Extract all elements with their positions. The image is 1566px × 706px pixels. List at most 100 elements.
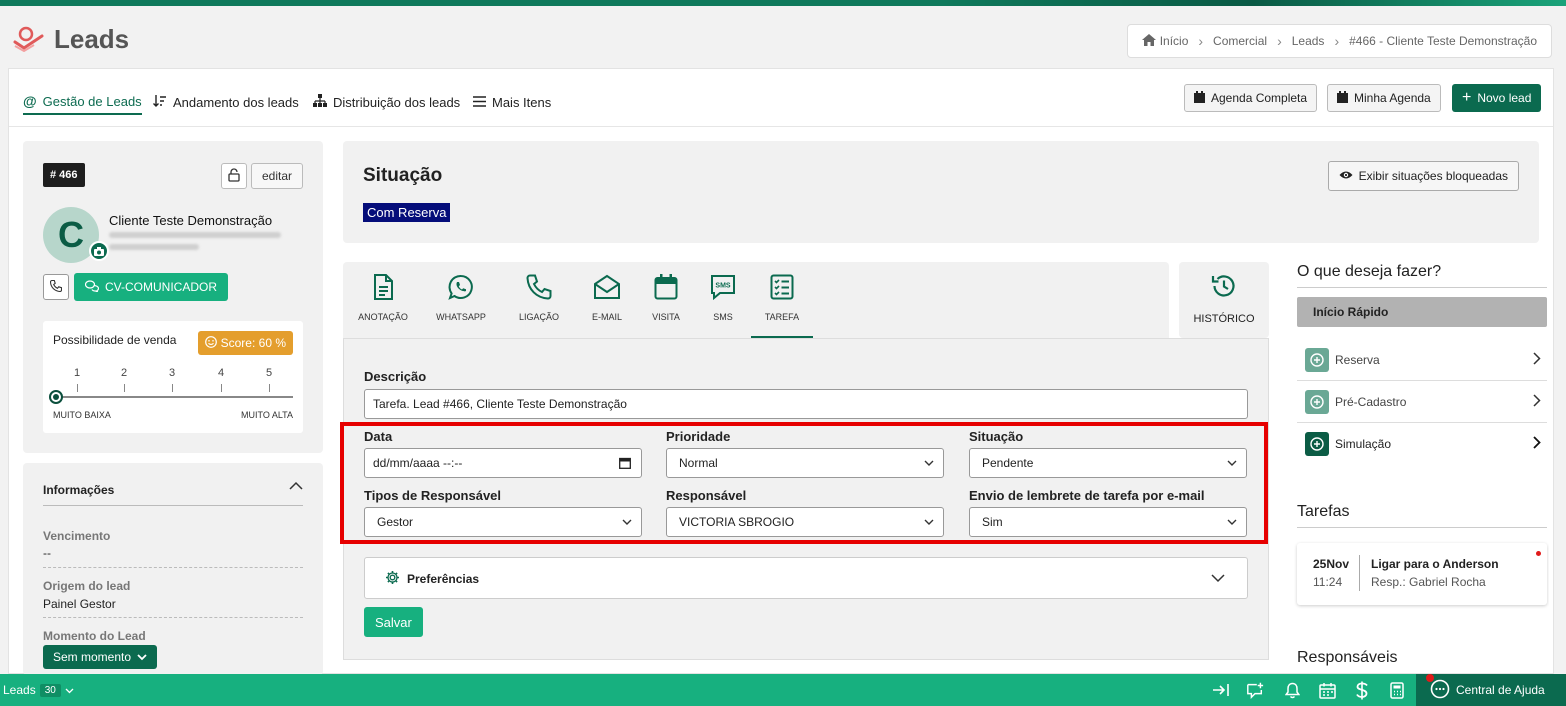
tab-label: TAREFA xyxy=(764,312,800,322)
unread-dot xyxy=(1536,551,1541,556)
tipos-responsavel-select[interactable]: Gestor xyxy=(364,507,642,537)
cv-comunicador-button[interactable]: CV-COMUNICADOR xyxy=(74,273,229,301)
task-card[interactable]: 25Nov 11:24 Ligar para o Anderson Resp.:… xyxy=(1297,543,1547,605)
leads-counter[interactable]: Leads 30 xyxy=(3,683,74,697)
breadcrumb-comercial[interactable]: Comercial xyxy=(1213,34,1267,48)
quick-item-simulacao[interactable]: Simulação xyxy=(1297,423,1547,465)
page-header: Leads Início › Comercial › Leads › #466 … xyxy=(0,6,1566,68)
task-responsavel: Resp.: Gabriel Rocha xyxy=(1371,575,1486,589)
novo-lead-button[interactable]: + Novo lead xyxy=(1452,84,1542,112)
descricao-label: Descrição xyxy=(364,369,427,384)
data-input[interactable]: dd/mm/aaaa --:-- xyxy=(364,448,642,478)
tab-label: Distribuição dos leads xyxy=(333,94,461,110)
edit-button[interactable]: editar xyxy=(251,163,303,189)
gear-icon xyxy=(385,570,400,588)
tab-label: ANOTAÇÃO xyxy=(358,312,408,322)
breadcrumb-inicio[interactable]: Início xyxy=(1160,34,1189,48)
chevron-down-icon xyxy=(65,683,74,697)
phone-button[interactable] xyxy=(43,274,69,300)
tab-tarefa[interactable]: TAREFA xyxy=(751,262,813,338)
tab-email[interactable]: E-MAIL xyxy=(577,262,637,338)
tasks-icon xyxy=(770,272,794,302)
tipos-value: Gestor xyxy=(377,515,414,529)
lock-button[interactable] xyxy=(221,163,247,189)
sort-down-icon xyxy=(153,94,167,111)
lead-id-badge: # 466 xyxy=(43,163,85,187)
chevron-down-icon xyxy=(923,516,935,531)
tab-label: Mais Itens xyxy=(492,94,552,110)
envio-lembrete-select[interactable]: Sim xyxy=(969,507,1247,537)
tick-label: 2 xyxy=(120,367,128,379)
tick-label: 5 xyxy=(265,367,273,379)
tab-label: Andamento dos leads xyxy=(173,94,299,110)
divider xyxy=(1297,287,1547,288)
lead-phone-redacted xyxy=(109,244,199,250)
blocked-button-label: Exibir situações bloqueadas xyxy=(1358,169,1508,183)
agenda-completa-button[interactable]: Agenda Completa xyxy=(1184,84,1318,112)
quick-item-label: Reserva xyxy=(1335,352,1380,367)
save-button[interactable]: Salvar xyxy=(364,607,423,637)
descricao-input[interactable]: Tarefa. Lead #466, Cliente Teste Demonst… xyxy=(364,389,1248,419)
calendar-icon[interactable] xyxy=(1318,681,1336,699)
chevron-down-icon xyxy=(1226,516,1238,531)
envio-value: Sim xyxy=(982,515,1003,529)
tick-mark xyxy=(221,384,222,392)
sms-icon: SMS xyxy=(710,272,736,302)
cv-comunicador-label: CV-COMUNICADOR xyxy=(105,280,218,294)
task-title: Ligar para o Anderson xyxy=(1371,557,1499,571)
smile-icon xyxy=(204,335,217,351)
situation-title: Situação xyxy=(363,165,443,186)
calendar-icon[interactable] xyxy=(619,457,631,472)
tab-sms[interactable]: SMS SMS xyxy=(693,262,753,338)
responsavel-select[interactable]: VICTORIA SBROGIO xyxy=(666,507,944,537)
momento-dropdown[interactable]: Sem momento xyxy=(43,645,158,669)
chevron-up-icon[interactable] xyxy=(289,479,303,493)
calculator-icon[interactable] xyxy=(1388,681,1406,699)
tab-whatsapp[interactable]: WHATSAPP xyxy=(431,262,491,338)
responsavel-value: VICTORIA SBROGIO xyxy=(679,515,795,529)
chevron-down-icon xyxy=(621,516,633,531)
situacao-label: Situação xyxy=(969,429,1024,444)
situacao-select[interactable]: Pendente xyxy=(969,448,1247,478)
historico-button[interactable]: HISTÓRICO xyxy=(1179,262,1269,338)
quick-item-pre-cadastro[interactable]: Pré-Cadastro xyxy=(1297,381,1547,423)
task-time: 11:24 xyxy=(1313,575,1343,589)
tab-ligacao[interactable]: LIGAÇÃO xyxy=(509,262,569,338)
notification-dot xyxy=(1426,673,1434,682)
chevron-right-icon xyxy=(1533,352,1541,368)
camera-icon[interactable] xyxy=(89,241,109,261)
eye-icon xyxy=(1339,169,1353,183)
help-chat-icon xyxy=(1426,673,1450,702)
tab-visita[interactable]: VISITA xyxy=(636,262,696,338)
probability-slider-handle[interactable] xyxy=(49,390,63,404)
prioridade-select[interactable]: Normal xyxy=(666,448,944,478)
minha-agenda-button[interactable]: Minha Agenda xyxy=(1327,84,1441,112)
quick-item-reserva[interactable]: Reserva xyxy=(1297,339,1547,381)
tab-andamento-dos-leads[interactable]: Andamento dos leads xyxy=(153,89,299,115)
chevron-right-icon: › xyxy=(1334,33,1340,49)
sign-out-icon[interactable] xyxy=(1212,681,1230,699)
tab-gestao-de-leads[interactable]: @ Gestão de Leads xyxy=(23,89,142,115)
tick-label: 4 xyxy=(217,367,225,379)
chat-add-icon[interactable] xyxy=(1246,681,1264,699)
chevron-down-icon xyxy=(923,457,935,472)
data-label: Data xyxy=(364,429,393,444)
tab-mais-itens[interactable]: Mais Itens xyxy=(473,89,551,115)
tab-distribuicao-dos-leads[interactable]: Distribuição dos leads xyxy=(313,89,460,115)
at-icon: @ xyxy=(23,93,37,109)
chevron-right-icon: › xyxy=(1198,33,1204,49)
dollar-icon[interactable] xyxy=(1353,681,1371,699)
probability-slider-track[interactable] xyxy=(55,396,293,398)
divider xyxy=(43,505,303,506)
score-label: Score: 60 % xyxy=(220,336,286,350)
divider xyxy=(1297,527,1547,528)
breadcrumb-leads[interactable]: Leads xyxy=(1292,34,1325,48)
chevron-right-icon: › xyxy=(1277,33,1282,49)
bell-icon[interactable] xyxy=(1283,681,1301,699)
help-center-button[interactable]: Central de Ajuda xyxy=(1416,673,1566,706)
breadcrumb: Início › Comercial › Leads › #466 - Clie… xyxy=(1126,24,1552,58)
file-icon xyxy=(373,272,393,302)
show-blocked-situations-button[interactable]: Exibir situações bloqueadas xyxy=(1327,161,1519,191)
tab-anotacao[interactable]: ANOTAÇÃO xyxy=(353,262,413,338)
preferencias-accordion[interactable]: Preferências xyxy=(364,557,1248,599)
